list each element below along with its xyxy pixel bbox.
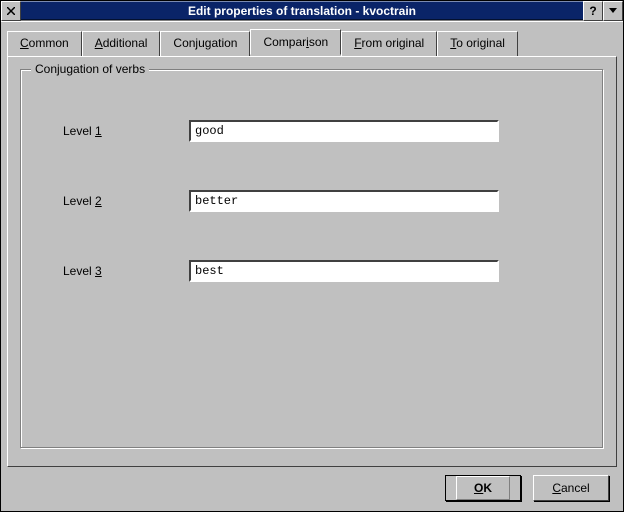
dialog-window: Edit properties of translation - kvoctra… <box>0 0 624 512</box>
window-title: Edit properties of translation - kvoctra… <box>21 1 583 20</box>
ok-button[interactable]: OK <box>445 475 521 501</box>
label-level-1: Level 1 <box>63 124 183 138</box>
client-area: Common Additional Conjugation Comparison… <box>1 21 623 511</box>
form: Level 1 Level 2 Level 3 <box>63 120 585 282</box>
button-bar: OK Cancel <box>7 467 617 505</box>
input-level-3[interactable] <box>189 260 499 282</box>
close-icon[interactable] <box>1 1 21 21</box>
tab-bar: Common Additional Conjugation Comparison… <box>7 30 617 56</box>
label-level-3: Level 3 <box>63 264 183 278</box>
minimize-icon[interactable] <box>603 1 623 21</box>
input-level-1[interactable] <box>189 120 499 142</box>
groupbox-title: Conjugation of verbs <box>31 62 149 76</box>
tab-conjugation[interactable]: Conjugation <box>160 31 250 57</box>
tab-page: Conjugation of verbs Level 1 Level 2 Lev… <box>7 56 617 467</box>
help-icon[interactable]: ? <box>583 1 603 21</box>
tab-to-original[interactable]: To original <box>437 31 518 57</box>
cancel-button[interactable]: Cancel <box>533 475 609 501</box>
tab-from-original[interactable]: From original <box>341 31 437 57</box>
tab-common[interactable]: Common <box>7 31 82 57</box>
groupbox-conjugation: Conjugation of verbs Level 1 Level 2 Lev… <box>20 69 604 449</box>
titlebar: Edit properties of translation - kvoctra… <box>1 1 623 21</box>
label-level-2: Level 2 <box>63 194 183 208</box>
tab-comparison[interactable]: Comparison <box>250 29 341 55</box>
tab-additional[interactable]: Additional <box>82 31 161 57</box>
input-level-2[interactable] <box>189 190 499 212</box>
